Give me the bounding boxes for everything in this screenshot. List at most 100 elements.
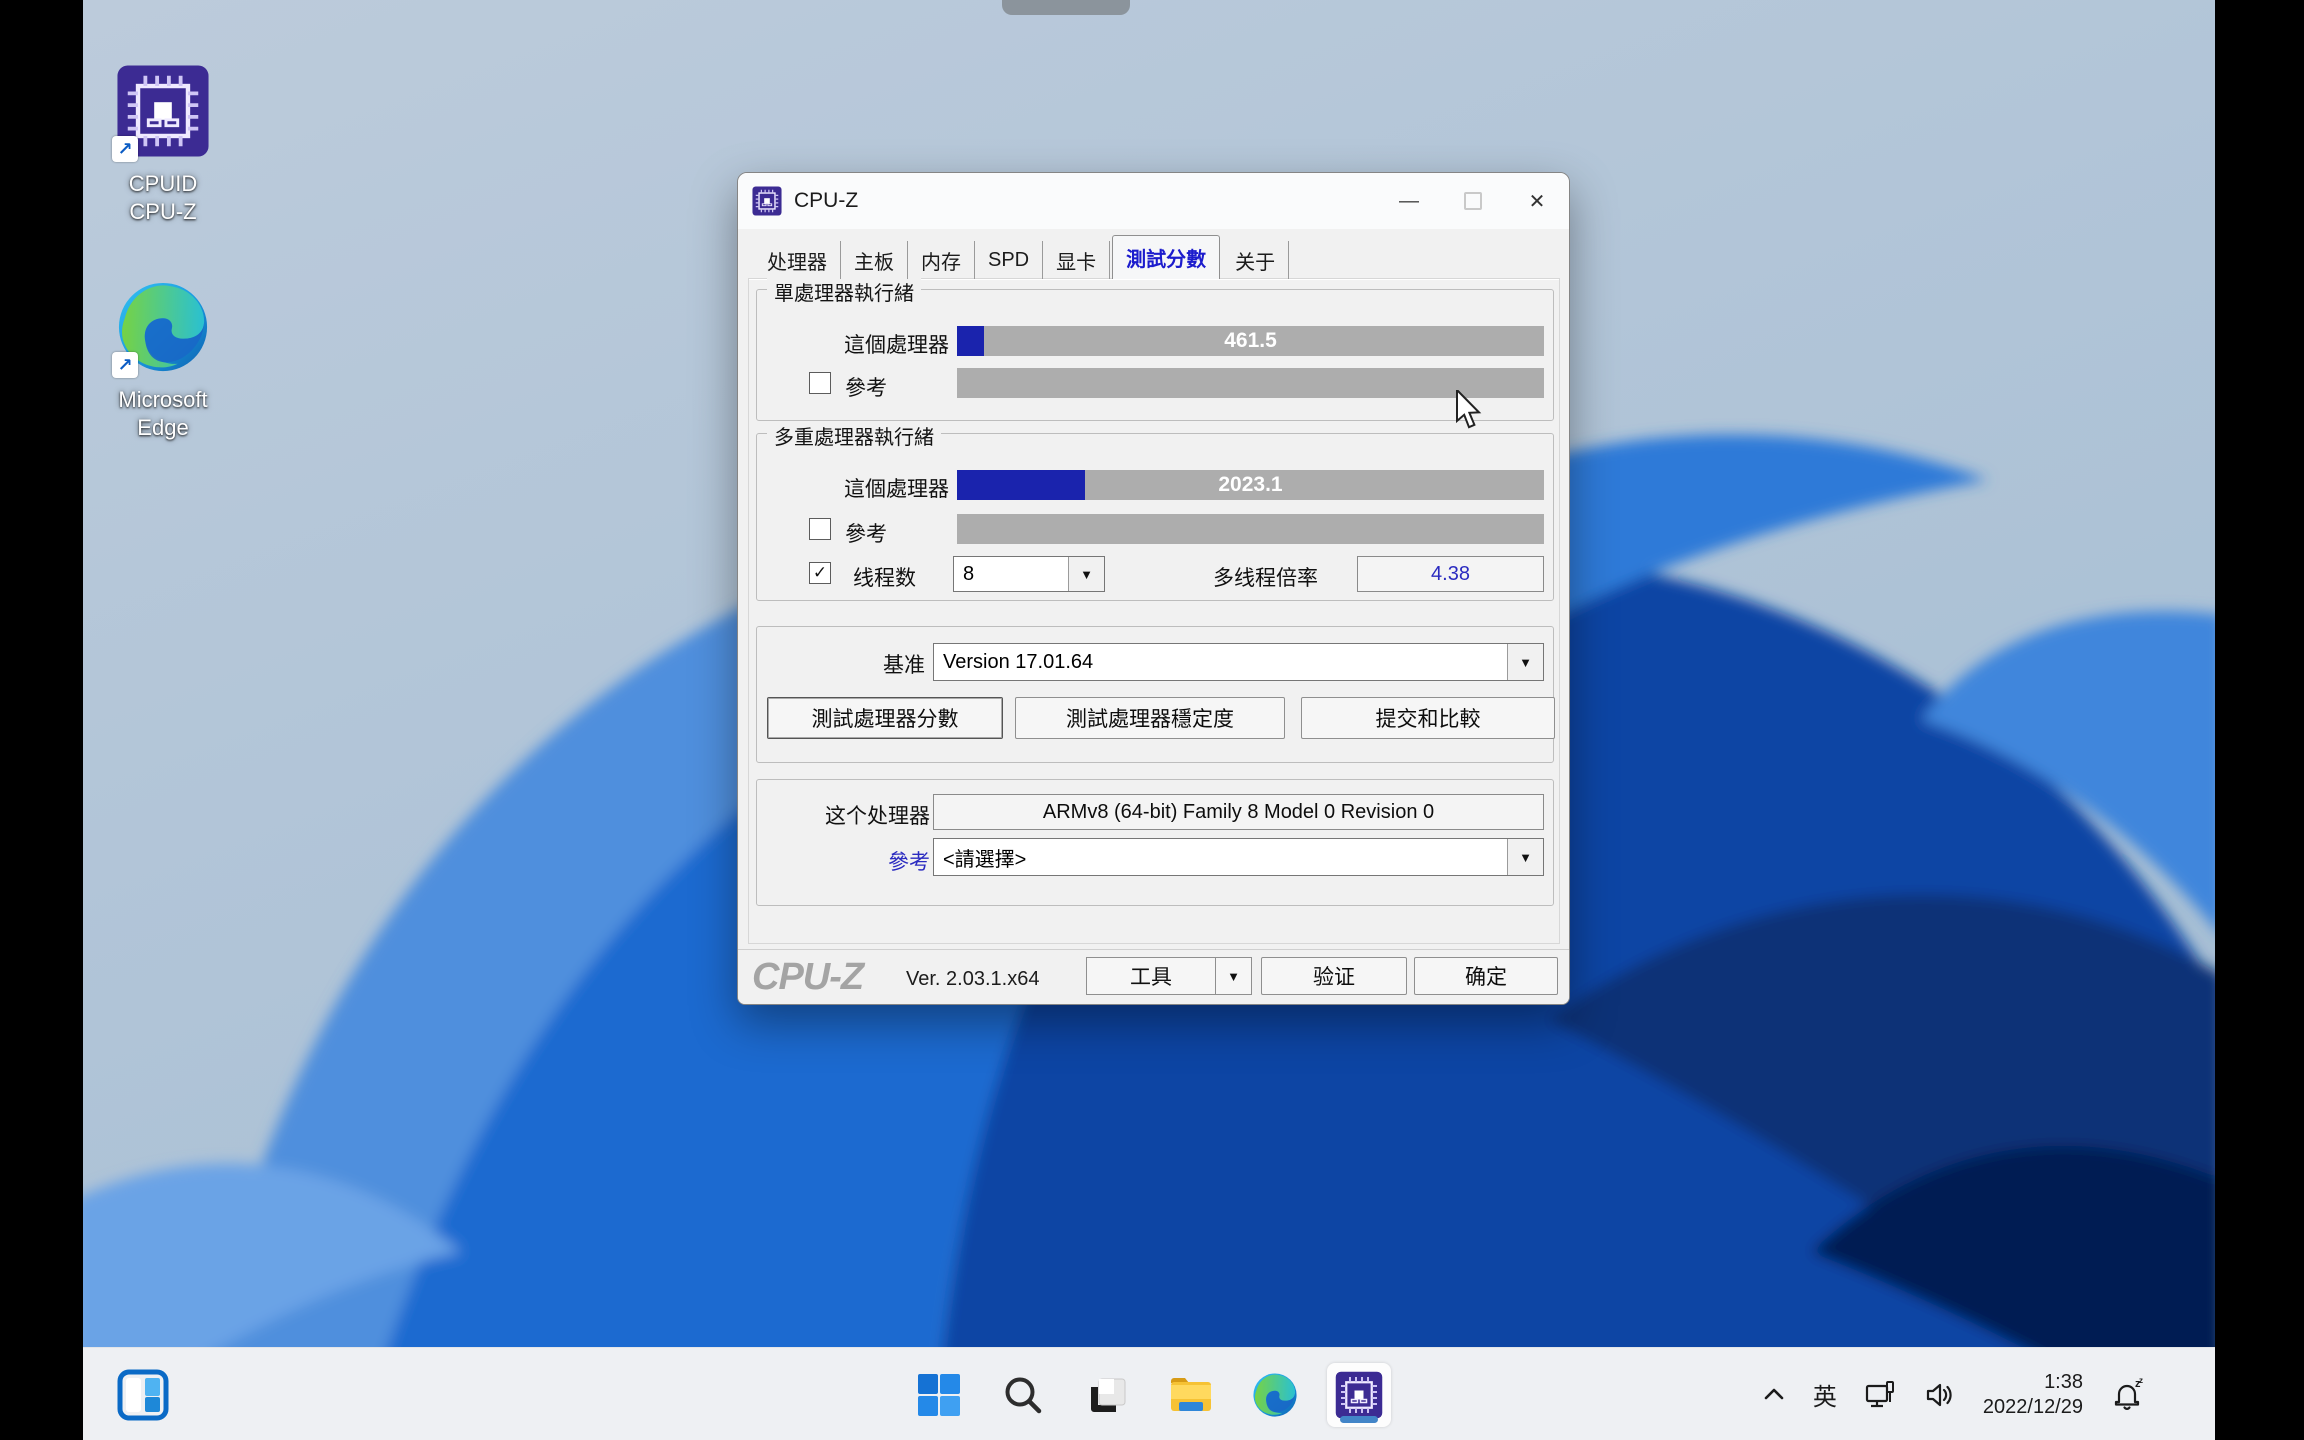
ethernet-icon: [1863, 1378, 1897, 1412]
multi-thread-score-bar: 2023.1: [957, 470, 1544, 500]
tab-mainboard[interactable]: 主板: [841, 241, 908, 279]
start-icon: [916, 1372, 962, 1418]
mouse-cursor: [1455, 390, 1489, 430]
clock-time: 1:38: [1983, 1370, 2083, 1395]
single-reference-checkbox[interactable]: [809, 372, 831, 394]
app-version: Ver. 2.03.1.x64: [906, 968, 1039, 991]
edge-taskbar-button[interactable]: [1243, 1363, 1307, 1427]
bench-version-select[interactable]: Version 17.01.64 ▼: [933, 643, 1544, 681]
threads-label: 线程数: [853, 562, 916, 592]
reference-label: 參考: [845, 518, 887, 548]
reference-label: 參考: [845, 372, 887, 402]
task-view-button[interactable]: [1075, 1363, 1139, 1427]
tray-chevron-button[interactable]: [1761, 1382, 1787, 1408]
window-title: CPU-Z: [794, 189, 858, 213]
tab-spd[interactable]: SPD: [975, 241, 1043, 279]
processor-name-value: ARMv8 (64-bit) Family 8 Model 0 Revision…: [1043, 801, 1434, 824]
tools-button[interactable]: 工具: [1086, 957, 1216, 995]
cpuz-window: CPU-Z — ✕ 处理器 主板 内存 SPD 显卡 測試分數 关于 單處理器執…: [737, 172, 1570, 1005]
validate-button[interactable]: 验证: [1261, 957, 1407, 995]
widgets-icon: [117, 1369, 169, 1421]
reference-select[interactable]: <請選擇> ▼: [933, 838, 1544, 876]
language-indicator[interactable]: 英: [1813, 1377, 1837, 1412]
tab-cpu[interactable]: 处理器: [754, 241, 841, 279]
desktop-icon-edge[interactable]: ↗ Microsoft Edge: [98, 280, 228, 442]
shortcut-arrow-icon: ↗: [112, 136, 138, 162]
file-explorer-icon: [1167, 1371, 1215, 1419]
tab-memory[interactable]: 内存: [908, 241, 975, 279]
file-explorer-button[interactable]: [1159, 1363, 1223, 1427]
close-button[interactable]: ✕: [1505, 173, 1569, 229]
network-button[interactable]: [1863, 1378, 1897, 1412]
pillarbox-right: [2215, 0, 2304, 1440]
maximize-icon: [1464, 192, 1482, 210]
icon-label-line2: CPU-Z: [98, 198, 228, 226]
clock-date: 2022/12/29: [1983, 1395, 2083, 1420]
notification-button[interactable]: z z: [2109, 1377, 2145, 1413]
tab-bench[interactable]: 測試分數: [1112, 235, 1220, 279]
stress-cpu-button[interactable]: 測試處理器穩定度: [1015, 697, 1285, 739]
ratio-value: 4.38: [1431, 563, 1470, 586]
this-processor-label: 這個處理器: [757, 473, 949, 503]
maximize-button[interactable]: [1441, 173, 1505, 229]
threads-count-select[interactable]: 8 ▼: [953, 556, 1105, 592]
multi-thread-score: 2023.1: [957, 470, 1544, 500]
search-icon: [1001, 1373, 1045, 1417]
bench-version-label: 基准: [737, 649, 925, 679]
edge-icon: [1252, 1372, 1298, 1418]
tab-about[interactable]: 关于: [1222, 241, 1289, 279]
reference-link-label[interactable]: 參考: [738, 846, 930, 876]
group-legend: 多重處理器執行緒: [767, 421, 941, 450]
shortcut-arrow-icon: ↗: [112, 352, 138, 378]
desktop-icon-cpuz[interactable]: ↗ CPUID CPU-Z: [98, 64, 228, 226]
tab-bar: 处理器 主板 内存 SPD 显卡 測試分數 关于: [754, 235, 1289, 279]
ratio-value-box: 4.38: [1357, 556, 1544, 592]
check-icon: ✓: [813, 563, 827, 583]
ratio-label: 多线程倍率: [1213, 562, 1318, 592]
pillarbox-left: [0, 0, 83, 1440]
bench-cpu-button[interactable]: 測試處理器分數: [767, 697, 1003, 739]
tools-dropdown-button[interactable]: ▼: [1215, 957, 1252, 995]
multi-reference-checkbox[interactable]: [809, 518, 831, 540]
chevron-down-icon[interactable]: ▼: [1068, 557, 1104, 591]
speaker-icon: [1923, 1378, 1957, 1412]
widgets-button[interactable]: [111, 1363, 175, 1427]
processor-reference-group: 这个处理器 ARMv8 (64-bit) Family 8 Model 0 Re…: [756, 779, 1554, 906]
ok-button[interactable]: 确定: [1414, 957, 1558, 995]
single-thread-score: 461.5: [957, 326, 1544, 356]
submit-compare-button[interactable]: 提交和比較: [1301, 697, 1555, 739]
icon-label-line2: Edge: [98, 414, 228, 442]
icon-label-line1: Microsoft: [98, 386, 228, 414]
this-processor-label: 這個處理器: [757, 329, 949, 359]
taskbar: 英 1:38 2022/12/29: [83, 1347, 2215, 1440]
start-button[interactable]: [907, 1363, 971, 1427]
volume-button[interactable]: [1923, 1378, 1957, 1412]
cpuz-logo: CPU-Z: [752, 956, 863, 999]
threads-checkbox[interactable]: ✓: [809, 562, 831, 584]
benchmark-group: 基准 Version 17.01.64 ▼ 測試處理器分數 測試處理器穩定度 提…: [756, 626, 1554, 763]
search-button[interactable]: [991, 1363, 1055, 1427]
multi-thread-group: 多重處理器執行緒 這個處理器 2023.1 參考 ✓ 线程数 8 ▼ 多线程倍率…: [756, 433, 1554, 601]
threads-count-value: 8: [954, 557, 1068, 591]
icon-label-line1: CPUID: [98, 170, 228, 198]
bell-sleep-icon: z z: [2109, 1377, 2145, 1413]
cpuz-icon: [1335, 1371, 1383, 1419]
active-app-indicator: [1340, 1416, 1378, 1423]
single-thread-group: 單處理器執行緒 這個處理器 461.5 參考: [756, 289, 1554, 421]
reference-select-value: <請選擇>: [934, 839, 1507, 875]
desktop: ↗ CPUID CPU-Z ↗ Microsoft Edge CPU-Z — ✕: [83, 0, 2215, 1440]
tab-graphics[interactable]: 显卡: [1043, 241, 1110, 279]
titlebar[interactable]: CPU-Z — ✕: [738, 173, 1569, 229]
chevron-down-icon[interactable]: ▼: [1507, 644, 1543, 680]
bench-version-value: Version 17.01.64: [934, 644, 1507, 680]
clock[interactable]: 1:38 2022/12/29: [1983, 1370, 2083, 1420]
cpuz-taskbar-button[interactable]: [1327, 1363, 1391, 1427]
group-legend: 單處理器執行緒: [767, 277, 921, 306]
tools-split-button: 工具 ▼: [1086, 957, 1252, 995]
chevron-down-icon[interactable]: ▼: [1507, 839, 1543, 875]
single-thread-score-bar: 461.5: [957, 326, 1544, 356]
screen-top-handle[interactable]: [1002, 0, 1130, 15]
cpuz-window-icon: [752, 186, 782, 216]
minimize-button[interactable]: —: [1377, 173, 1441, 229]
processor-name-box: ARMv8 (64-bit) Family 8 Model 0 Revision…: [933, 794, 1544, 830]
